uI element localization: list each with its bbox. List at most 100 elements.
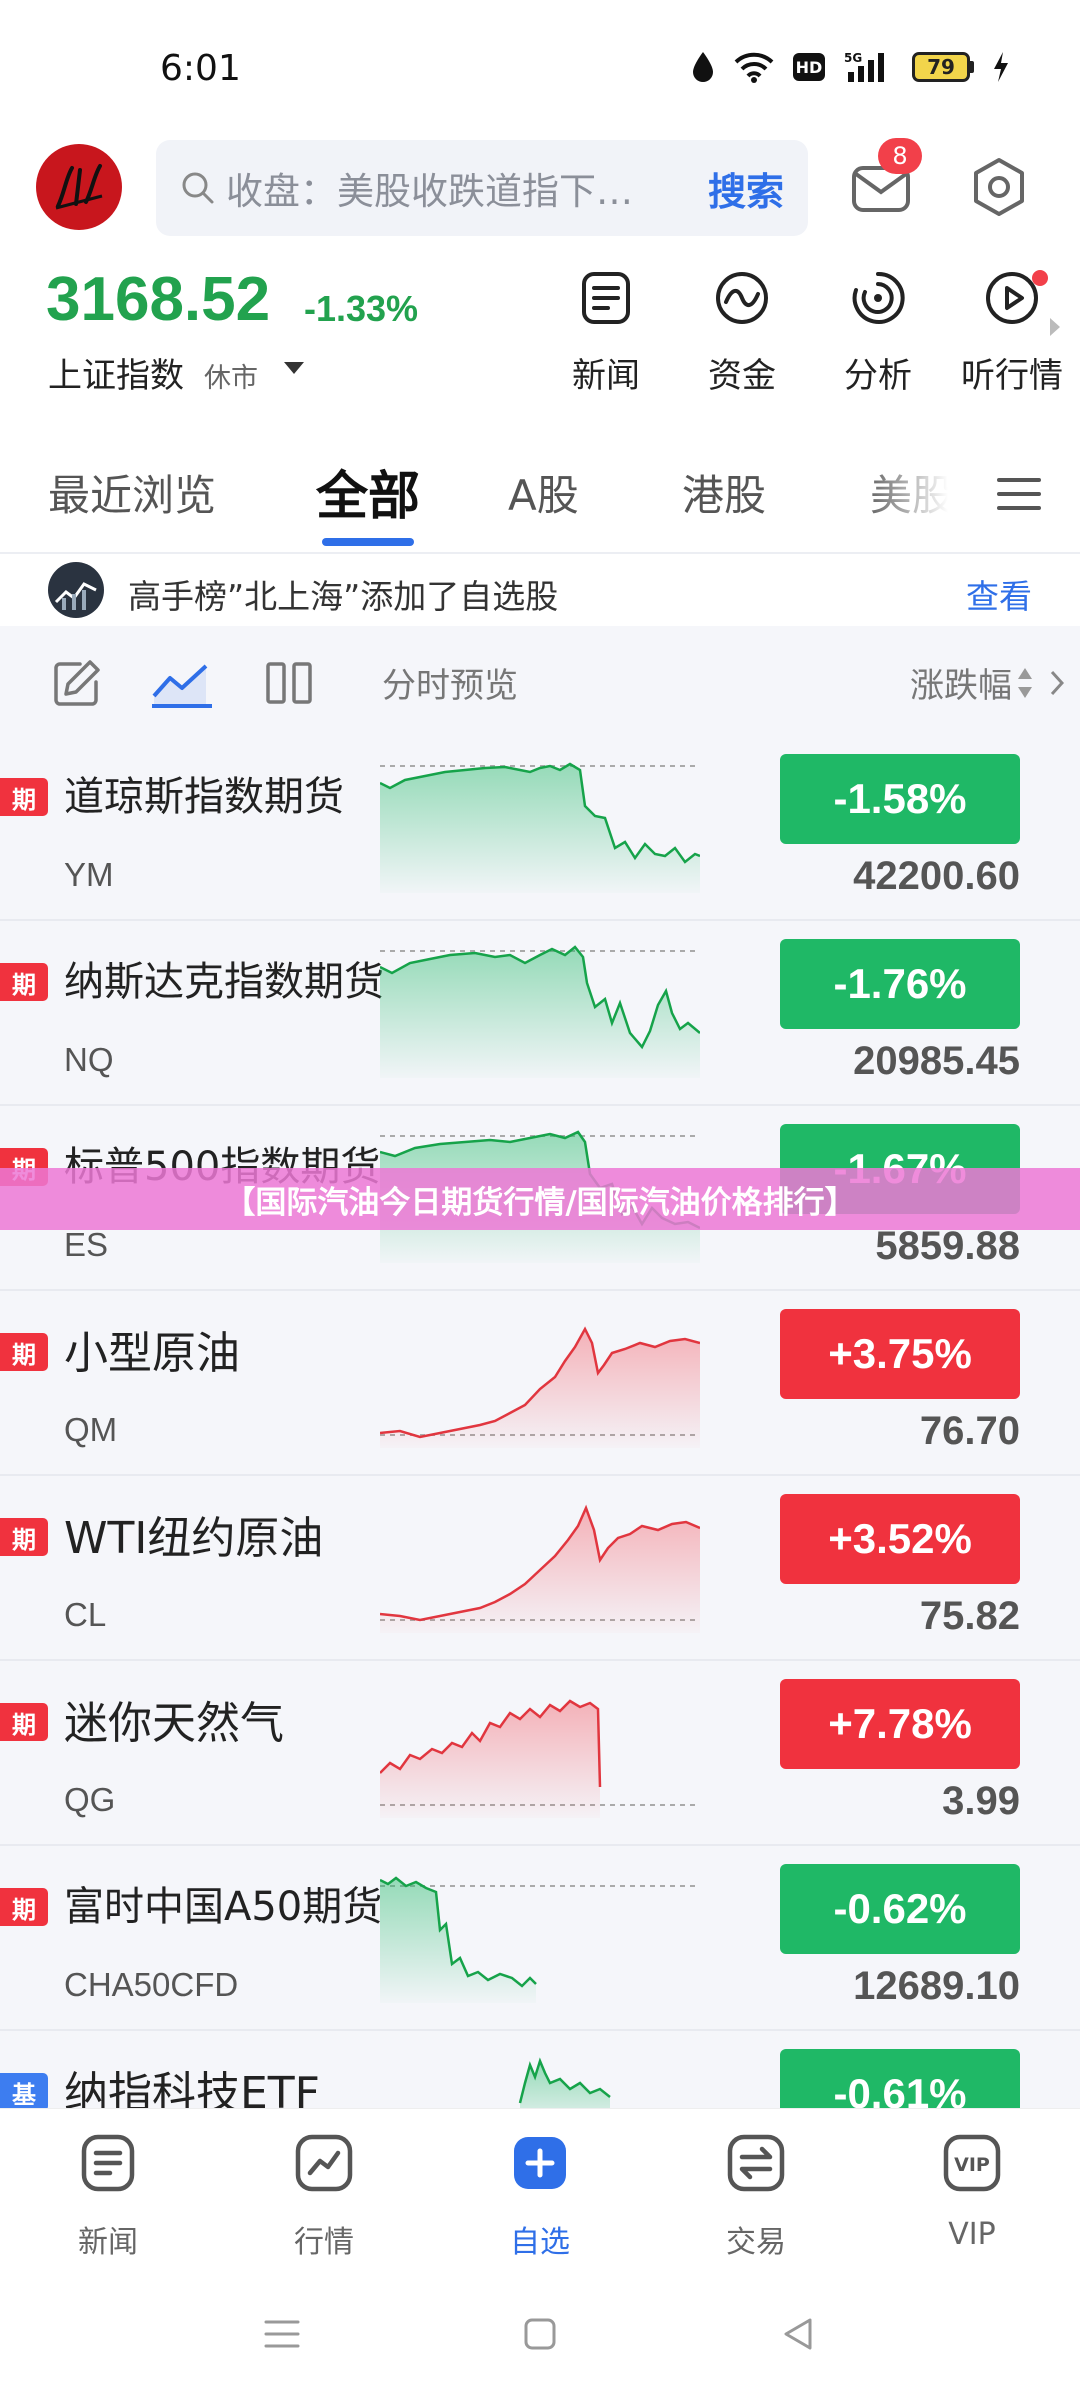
header: 收盘：美股收跌道指下… 搜索 8 [0, 138, 1080, 260]
status-icons: HD 5G 79 [690, 50, 1010, 84]
list-item[interactable]: 期 纳斯达克指数期货 NQ -1.76% 20985.45 [0, 921, 1080, 1106]
intraday-preview-label: 分时预览 [382, 666, 518, 706]
line-chart-icon[interactable] [150, 656, 214, 710]
nav-news[interactable]: 新闻 [38, 2131, 178, 2261]
message-badge: 8 [878, 138, 922, 174]
nav-watchlist[interactable]: 自选 [470, 2131, 610, 2261]
last-price: 20985.45 [853, 1039, 1020, 1083]
nav-watchlist-label: 自选 [510, 2225, 570, 2260]
instrument-code: YM [64, 856, 114, 893]
wifi-icon [734, 52, 774, 83]
quick-analysis[interactable]: 分析 [818, 268, 938, 397]
notice-bar[interactable]: 高手榜”北上海”添加了自选股 查看 [0, 554, 1080, 624]
list-item[interactable]: 期 迷你天然气 QG +7.78% 3.99 [0, 1661, 1080, 1846]
nav-trade-label: 交易 [726, 2225, 786, 2260]
instrument-code: QM [64, 1411, 118, 1448]
add-icon [514, 2137, 566, 2189]
nav-news-label: 新闻 [78, 2225, 138, 2260]
futures-tag: 期 [0, 963, 48, 1001]
search-button[interactable]: 搜索 [708, 161, 784, 216]
index-value[interactable]: 3168.52 [46, 264, 270, 335]
settings-icon[interactable] [966, 154, 1032, 220]
trade-icon [727, 2134, 785, 2192]
watchlist-tabs: 最近浏览 全部 A股 港股 美股 [0, 440, 1080, 552]
list-item[interactable]: 基 纳指科技ETF -0.61% [0, 2031, 1080, 2108]
columns-icon[interactable] [262, 656, 316, 710]
status-bar: 6:01 HD 5G 79 [0, 0, 1080, 140]
promo-banner[interactable]: 【国际汽油今日期货行情/国际汽油价格排行】 [0, 1168, 1080, 1230]
last-price: 42200.60 [853, 854, 1020, 898]
svg-text:VIP: VIP [954, 2154, 990, 2176]
change-percent[interactable]: +3.75% [780, 1309, 1020, 1399]
nav-market[interactable]: 行情 [254, 2131, 394, 2261]
index-name[interactable]: 上证指数 [48, 348, 184, 397]
nav-vip[interactable]: VIP VIP [902, 2131, 1042, 2252]
quick-funds-label: 资金 [708, 356, 776, 396]
vip-icon: VIP [943, 2134, 1001, 2192]
list-item[interactable]: 期 小型原油 QM +3.75% 76.70 [0, 1291, 1080, 1476]
futures-tag: 期 [0, 778, 48, 816]
instrument-name: 小型原油 [64, 1328, 240, 1379]
market-status: 休市 [204, 363, 258, 394]
change-percent[interactable]: +7.78% [780, 1679, 1020, 1769]
menu-icon[interactable] [262, 2314, 302, 2354]
notice-view-link[interactable]: 查看 [966, 570, 1032, 618]
battery-indicator: 79 [912, 52, 974, 82]
instrument-code: QG [64, 1781, 116, 1818]
intraday-sparkline [380, 945, 700, 1078]
change-percent[interactable]: -0.62% [780, 1864, 1020, 1954]
quick-funds[interactable]: 资金 [682, 268, 802, 397]
list-item[interactable]: 期 道琼斯指数期货 YM -1.58% 42200.60 [0, 736, 1080, 921]
instrument-name: 富时中国A50期货 [64, 1884, 383, 1930]
chevron-right-icon[interactable] [1050, 670, 1064, 696]
sort-by-change[interactable]: 涨跌幅 [910, 658, 1012, 707]
last-price: 76.70 [919, 1409, 1020, 1453]
menu-icon[interactable] [996, 474, 1042, 514]
system-navigation [0, 2268, 1080, 2400]
status-time: 6:01 [160, 48, 241, 89]
chevron-down-icon[interactable] [284, 362, 304, 374]
hd-icon: HD [793, 53, 825, 81]
list-toolbar: 分时预览 涨跌幅 [0, 626, 1080, 736]
change-percent[interactable]: -1.58% [780, 754, 1020, 844]
instrument-code: CL [64, 1596, 107, 1633]
funds-icon [716, 272, 768, 324]
instrument-code: NQ [64, 1041, 114, 1078]
change-percent[interactable]: +3.52% [780, 1494, 1020, 1584]
edit-icon[interactable] [50, 656, 104, 710]
notice-text: 高手榜”北上海”添加了自选股 [128, 577, 559, 616]
tab-a-shares[interactable]: A股 [508, 462, 579, 523]
logo-icon [55, 164, 103, 210]
instrument-code: ES [64, 1226, 109, 1263]
instrument-name: 迷你天然气 [64, 1698, 284, 1749]
notice-avatar [48, 562, 104, 618]
back-icon[interactable] [778, 2314, 818, 2354]
analysis-icon [852, 271, 905, 324]
intraday-sparkline [380, 762, 700, 893]
instrument-name: 道琼斯指数期货 [64, 774, 344, 820]
list-item[interactable]: 期 富时中国A50期货 CHA50CFD -0.62% 12689.10 [0, 1846, 1080, 2031]
tab-indicator [322, 538, 414, 546]
notification-dot [1032, 270, 1048, 286]
intraday-sparkline [380, 1326, 700, 1448]
nav-trade[interactable]: 交易 [686, 2131, 826, 2261]
instrument-name: 纳指科技ETF [64, 2068, 320, 2108]
quick-news[interactable]: 新闻 [546, 268, 666, 397]
intraday-sparkline [380, 1504, 700, 1633]
home-icon[interactable] [520, 2314, 560, 2354]
drop-icon [693, 52, 713, 82]
change-percent[interactable]: -1.76% [780, 939, 1020, 1029]
change-percent[interactable]: -0.61% [780, 2049, 1020, 2108]
last-price: 5859.88 [875, 1224, 1020, 1268]
tab-all[interactable]: 全部 [316, 454, 420, 529]
avatar[interactable] [36, 144, 122, 230]
chevron-right-icon[interactable] [1050, 318, 1060, 336]
search-input[interactable]: 收盘：美股收跌道指下… 搜索 [156, 140, 808, 236]
fund-tag: 基 [0, 2073, 48, 2108]
tab-recent[interactable]: 最近浏览 [48, 462, 216, 523]
tab-fade [860, 440, 970, 540]
tab-hk-stocks[interactable]: 港股 [682, 462, 766, 523]
sort-icon[interactable] [1016, 666, 1034, 700]
list-item[interactable]: 期 WTI纽约原油 CL +3.52% 75.82 [0, 1476, 1080, 1661]
quick-listen-label: 听行情 [961, 356, 1063, 396]
